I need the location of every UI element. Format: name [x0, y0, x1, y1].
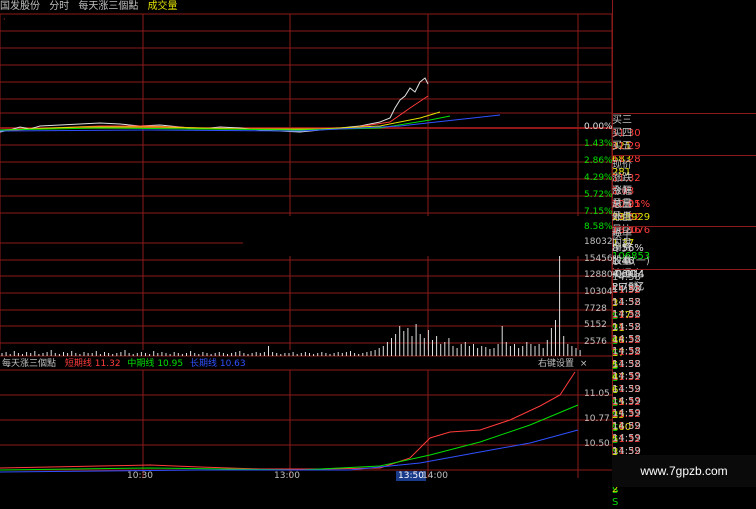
tick-row: 14:58 11.32 5 S	[612, 333, 756, 384]
tick-time: 14:59	[612, 408, 641, 420]
tick-time: 14:59	[612, 433, 641, 445]
tick-time: 14:58	[612, 346, 641, 358]
stat-row: 外盘 132076 内盘 106853	[612, 211, 756, 262]
tick-row: 14:59 11.32 5 S	[612, 407, 756, 458]
overlay-box	[243, 216, 613, 256]
stock-name: 国发股份	[0, 1, 40, 12]
short-line-value: 11.32	[94, 359, 121, 369]
panel-divider	[612, 226, 756, 227]
volume-tick: 12880	[584, 270, 613, 280]
tick-time: 14:58	[612, 358, 641, 370]
watermark: www.7gpzb.com	[612, 455, 756, 487]
price-line	[0, 77, 429, 133]
tick-time: 14:59	[612, 371, 641, 383]
stat-row: 现价 11.32 今开 10.25	[612, 159, 756, 210]
mode-label[interactable]: 分时	[49, 1, 69, 12]
long-line	[0, 429, 579, 473]
stat-row: 涨跌 1.03 最高 11.32	[612, 172, 756, 223]
mid-line	[0, 404, 579, 471]
stat-label: 收益(一)	[612, 256, 650, 267]
stat-row: 涨幅 10.01% 最低 10.16	[612, 185, 756, 236]
tick-row: 14:58 11.32 17 S	[612, 321, 756, 372]
tick-time: 14:58	[612, 309, 641, 321]
time-tick: 10:30	[127, 471, 153, 481]
tick-side: S	[612, 497, 619, 508]
tick-time: 14:58	[612, 296, 641, 308]
mid-line-value: 10.95	[157, 359, 184, 369]
stat-row: 收益(一) -0.014 PE(动) -	[612, 255, 756, 306]
bid-row: 买三 11.30 321	[612, 114, 756, 152]
close-icon[interactable]: ×	[580, 359, 588, 369]
indicator-label: 每天涨三個點	[78, 1, 139, 12]
price-tick: 5.72%	[584, 190, 613, 200]
price-tick: 1.43%	[584, 139, 613, 149]
panel-divider	[612, 155, 756, 156]
stat-label: 总量	[612, 199, 632, 210]
indicator-bar: 每天涨三個點 短期线 11.32 中期线 10.95 长期线 10.63	[2, 358, 246, 370]
indicator-tick: 10.77	[584, 414, 610, 424]
stat-label: 涨幅	[612, 186, 632, 197]
volume-tick: 7728	[584, 304, 607, 314]
stat-label: 现价	[612, 160, 632, 171]
mid-line-label: 中期线	[127, 359, 155, 369]
volume-tick: 10304	[584, 287, 613, 297]
tick-row: 14:58 11.32 6 S	[612, 358, 756, 409]
indicator-tick: 11.05	[584, 389, 610, 399]
stat-label: 涨跌	[612, 173, 632, 184]
long-line-label: 长期线	[189, 359, 217, 369]
tick-row: 14:58 11.32 48 S	[612, 308, 756, 359]
tick-row: 14:59 11.32 160 S	[612, 395, 756, 446]
stat-row: 换手 8.56% 股本 4.64亿	[612, 229, 756, 280]
tick-row: 14:58 11.32 47 S	[612, 345, 756, 396]
tick-time: 14:58	[612, 272, 641, 283]
tick-time: 14:58	[612, 334, 641, 345]
indicator-tick: 10.50	[584, 439, 610, 449]
settings-label: 右键设置	[538, 359, 575, 369]
time-tick: 13:00	[274, 471, 300, 481]
long-line-value: 10.63	[219, 359, 246, 369]
stat-label: 换手	[612, 230, 632, 241]
price-tick: 8.58%	[584, 222, 613, 232]
cursor-marker: ·	[3, 15, 6, 24]
bid-row: 买五 11.28 281	[612, 140, 756, 178]
tick-row: 14:58 11.32 21 S	[612, 296, 756, 347]
bid-label: 买三	[612, 115, 632, 126]
tick-time: 14:59	[612, 420, 641, 432]
price-tick: 7.15%	[584, 207, 613, 217]
stat-row: 净资 1.46 流通 2.79亿	[612, 242, 756, 293]
tick-row: 14:5911.321075S	[612, 432, 756, 483]
price-tick: 2.86%	[584, 156, 613, 166]
tick-row: 14:59 11.32 15 S	[612, 370, 756, 421]
tick-time: 14:59	[612, 383, 641, 395]
indicator-name: 每天涨三個點	[2, 359, 57, 369]
tick-time: 14:59	[612, 396, 641, 407]
stat-row: 总量 238929 量比 1.37	[612, 198, 756, 249]
stat-label: 外盘	[612, 212, 632, 223]
tick-time: 14:58	[612, 321, 641, 333]
volume-tick: 18032	[584, 237, 613, 247]
chart-header: 国发股份 分时 每天涨三個點 成交量	[0, 0, 184, 14]
tick-row: 14:59 11.32 25 S	[612, 383, 756, 434]
tick-row: 14:58 11.32 177 S	[612, 283, 756, 334]
settings-button[interactable]: 右键设置 ×	[538, 358, 587, 370]
tick-time: 14:58	[612, 284, 641, 296]
tick-row: 14:5911.323S	[612, 420, 756, 471]
tick-row: 14:58 11.32 3 S	[612, 271, 756, 322]
panel-divider	[612, 269, 756, 270]
volume-label: 成交量	[147, 1, 178, 12]
price-tick: 0.00%	[584, 122, 613, 132]
short-line-label: 短期线	[64, 359, 92, 369]
volume-tick: 15456	[584, 254, 613, 264]
bid-label: 买五	[612, 141, 632, 152]
volume-tick: 2576	[584, 337, 607, 347]
time-tick: 14:00	[422, 471, 448, 481]
stat-label: 净资	[612, 243, 632, 254]
bid-label: 买四	[612, 128, 632, 139]
price-tick: 4.29%	[584, 173, 613, 183]
volume-tick: 5152	[584, 320, 607, 330]
bid-row: 买四 11.29 683	[612, 127, 756, 165]
